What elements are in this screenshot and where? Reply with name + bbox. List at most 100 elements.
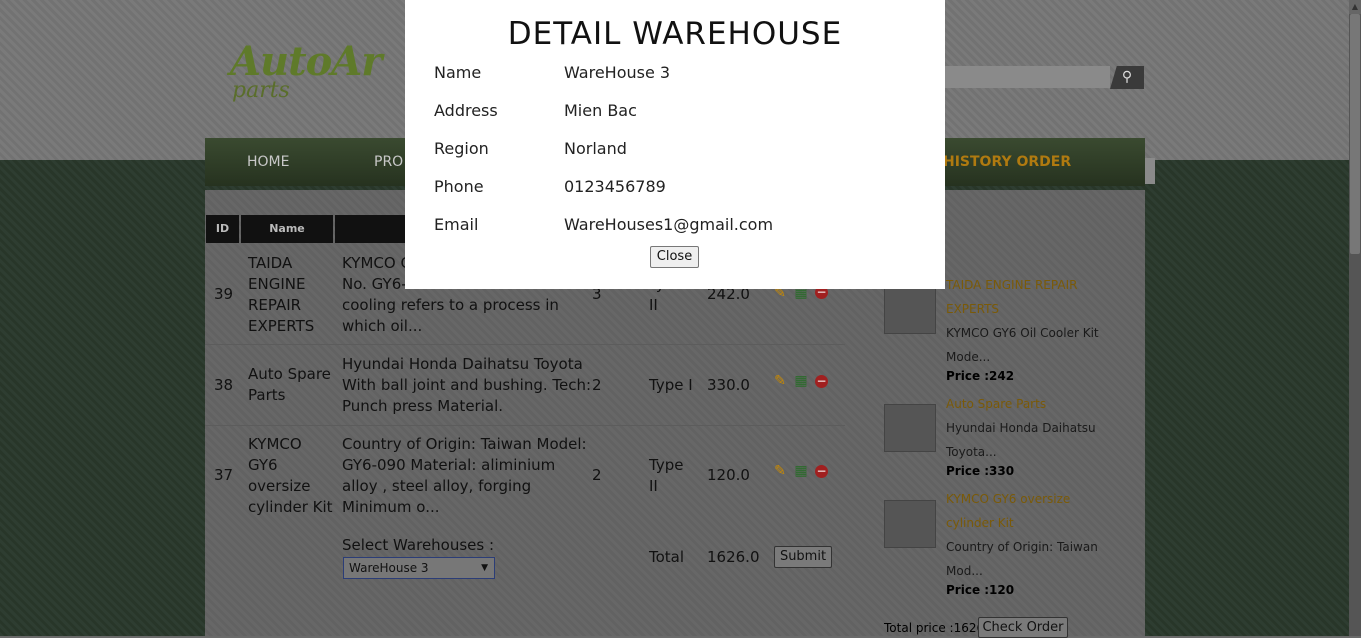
row-39-name-line: TAIDA	[248, 254, 293, 272]
cart-item-description: Hyundai Honda Daihatsu Toyota...	[946, 416, 1096, 464]
cart-item-description: Country of Origin: Taiwan Mod...	[946, 535, 1098, 583]
cart-item-title-line: TAIDA ENGINE REPAIR	[946, 278, 1078, 292]
row-38-desc-line: With ball joint and bushing. Tech:	[342, 376, 592, 394]
field-value-email: WareHouses1@gmail.com	[564, 215, 774, 234]
row-38-type: Type I	[649, 376, 693, 394]
scroll-up-arrow-icon[interactable]: ▲	[1349, 0, 1361, 14]
field-label-phone: Phone	[434, 177, 484, 196]
add-icon[interactable]: ▦	[793, 463, 809, 479]
cart-item-thumbnail	[884, 404, 936, 452]
row-37-desc-line: Minimum o...	[342, 498, 440, 516]
total-label: Total	[649, 548, 685, 566]
field-value-region: Norland	[564, 139, 627, 158]
field-value-address: Mien Bac	[564, 101, 637, 120]
row-37-type-line: Type	[649, 456, 684, 474]
select-warehouse-label: Select Warehouses :	[342, 536, 495, 554]
cart-item-title-line: cylinder Kit	[946, 516, 1014, 530]
submit-button[interactable]: Submit	[774, 546, 832, 568]
row-37-name: KYMCO GY6 oversize cylinder Kit	[248, 434, 333, 518]
warehouse-select-value: WareHouse 3	[349, 561, 429, 575]
column-header-description	[335, 215, 405, 243]
row-37-description: Country of Origin: Taiwan Model: GY6-090…	[342, 434, 587, 518]
cart-item-desc-line: Country of Origin: Taiwan	[946, 540, 1098, 554]
field-label-region: Region	[434, 139, 489, 158]
row-37-name-line: KYMCO	[248, 435, 302, 453]
cart-item-desc-line: Hyundai Honda Daihatsu	[946, 421, 1096, 435]
row-37-desc-line: alloy , steel alloy, forging	[342, 477, 532, 495]
scrollbar-thumb[interactable]	[1350, 14, 1360, 254]
delete-icon[interactable]: −	[815, 465, 828, 478]
cart-item-desc-line: Toyota...	[946, 445, 997, 459]
row-37-type-line: II	[649, 477, 658, 495]
warehouse-select[interactable]: WareHouse 3 ▼	[343, 557, 495, 579]
field-label-name: Name	[434, 63, 482, 82]
total-value: 1626.0	[707, 548, 760, 566]
row-38-desc-line: Hyundai Honda Daihatsu Toyota	[342, 355, 583, 373]
cart-item-thumbnail	[884, 500, 936, 548]
nav-home[interactable]: HOME	[247, 154, 289, 170]
row-39-name-line: REPAIR	[248, 296, 302, 314]
cart-total-price: Total price :1626	[884, 621, 985, 635]
row-37-name-line: oversize	[248, 477, 311, 495]
row-37-name-line: cylinder Kit	[248, 498, 333, 516]
delete-icon[interactable]: −	[815, 375, 828, 388]
row-38-name-line: Parts	[248, 386, 286, 404]
check-order-button[interactable]: Check Order	[978, 617, 1068, 638]
row-37-id: 37	[214, 466, 234, 484]
nav-products[interactable]: PRO	[374, 154, 403, 170]
chevron-down-icon: ▼	[481, 563, 488, 573]
row-divider	[205, 425, 845, 426]
cart-item-title-line: Auto Spare Parts	[946, 397, 1047, 411]
cart-item-title[interactable]: Auto Spare Parts	[946, 392, 1046, 416]
row-39-id: 39	[214, 285, 234, 303]
cart-item-price: Price :120	[946, 583, 1015, 597]
row-39-name: TAIDA ENGINE REPAIR EXPERTS	[248, 253, 314, 337]
edit-icon[interactable]: ✎	[772, 373, 788, 389]
row-37-name-line: GY6	[248, 456, 278, 474]
cart-item-desc-line: Mod...	[946, 564, 983, 578]
row-37-type: Type II	[649, 455, 683, 497]
row-37-quantity: 2	[592, 466, 602, 484]
warehouse-detail-modal: DETAIL WAREHOUSE Name WareHouse 3 Addres…	[405, 0, 945, 289]
row-divider	[205, 344, 845, 345]
row-39-name-line: ENGINE	[248, 275, 306, 293]
search-icon: ⚲	[1121, 69, 1133, 85]
search-input[interactable]	[940, 66, 1110, 88]
cart-item-title-line: KYMCO GY6 oversize	[946, 492, 1071, 506]
row-38-price: 330.0	[707, 376, 750, 394]
field-value-name: WareHouse 3	[564, 63, 671, 82]
row-38-description: Hyundai Honda Daihatsu Toyota With ball …	[342, 354, 591, 417]
close-button[interactable]: Close	[650, 246, 699, 268]
row-37-desc-line: Country of Origin: Taiwan Model:	[342, 435, 587, 453]
cart-item-price: Price :242	[946, 369, 1015, 383]
row-37-price: 120.0	[707, 466, 750, 484]
column-header-id: ID	[206, 215, 239, 243]
cart-item-price: Price :330	[946, 464, 1015, 478]
edit-icon[interactable]: ✎	[772, 463, 788, 479]
row-38-id: 38	[214, 376, 234, 394]
site-logo-sub: parts	[232, 78, 290, 103]
cart-item-thumbnail	[884, 286, 936, 334]
row-37-desc-line: GY6-090 Material: aliminium	[342, 456, 556, 474]
row-39-desc-line: cooling refers to a process in	[342, 296, 559, 314]
cart-item-description: KYMCO GY6 Oil Cooler Kit Mode...	[946, 321, 1099, 369]
add-icon[interactable]: ▦	[793, 373, 809, 389]
cart-item-title[interactable]: KYMCO GY6 oversize cylinder Kit	[946, 487, 1070, 535]
nav-history-order[interactable]: HISTORY ORDER	[943, 154, 1071, 170]
column-header-name: Name	[241, 215, 333, 243]
cart-item-title-line: EXPERTS	[946, 302, 1000, 316]
field-value-phone: 0123456789	[564, 177, 666, 196]
modal-title: DETAIL WAREHOUSE	[507, 16, 843, 52]
row-39-name-line: EXPERTS	[248, 317, 315, 335]
row-39-desc-line: which oil...	[342, 317, 423, 335]
navbar-end-cap	[1145, 158, 1155, 184]
cart-item-title[interactable]: TAIDA ENGINE REPAIR EXPERTS	[946, 273, 1077, 321]
row-38-quantity: 2	[592, 376, 602, 394]
field-label-address: Address	[434, 101, 498, 120]
cart-item-desc-line: Mode...	[946, 350, 991, 364]
row-38-name-line: Auto Spare	[248, 365, 331, 383]
row-38-name: Auto Spare Parts	[248, 364, 331, 406]
field-label-email: Email	[434, 215, 479, 234]
row-38-desc-line: Punch press Material.	[342, 397, 504, 415]
row-39-type-line: II	[649, 296, 658, 314]
